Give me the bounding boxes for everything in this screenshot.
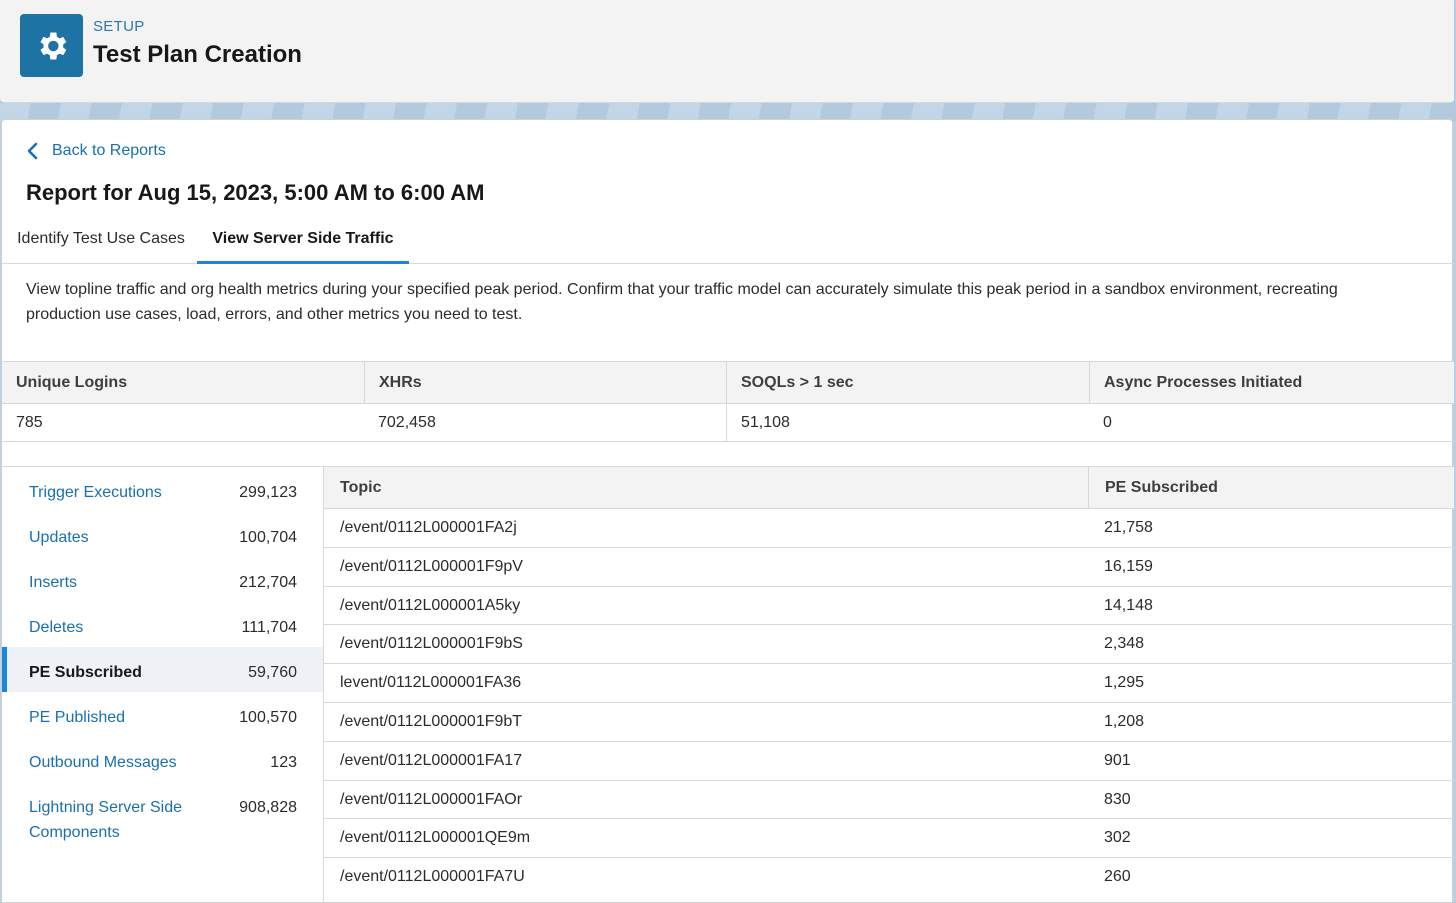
nav-item-label: Lightning Server Side Components xyxy=(29,799,182,841)
topic-cell: /event/0112L000001F9bT xyxy=(340,713,523,730)
pe-subscribed-cell: 830 xyxy=(1104,790,1131,808)
column-header-pe-subscribed: PE Subscribed xyxy=(1088,467,1454,509)
nav-item-value: 212,704 xyxy=(239,574,297,591)
table-row: /event/0112L000001FA2j 21,758 xyxy=(324,509,1454,548)
nav-item-deletes[interactable]: Deletes 111,704 xyxy=(2,602,323,647)
metrics-table: Unique Logins XHRs SOQLs > 1 sec Async P… xyxy=(2,361,1454,442)
report-description: View topline traffic and org health metr… xyxy=(26,281,1338,323)
nav-item-value: 59,760 xyxy=(248,664,297,681)
nav-item-updates[interactable]: Updates 100,704 xyxy=(2,512,323,557)
table-row: /event/0112L000001FA7U 260 xyxy=(324,858,1454,897)
nav-item-label: Outbound Messages xyxy=(29,754,177,771)
nav-item-value: 100,570 xyxy=(239,709,297,726)
traffic-detail-section: Trigger Executions 299,123 Updates 100,7… xyxy=(2,466,1454,903)
table-row: /event/0112L000001FA17 901 xyxy=(324,742,1454,781)
topic-cell: /event/0112L000001FA17 xyxy=(340,751,523,769)
nav-item-label: Trigger Executions xyxy=(29,484,162,501)
nav-item-label: PE Published xyxy=(29,709,126,726)
xhrs-value: 702,458 xyxy=(378,414,436,431)
column-header-unique-logins: Unique Logins xyxy=(16,374,128,391)
column-header-topic: Topic xyxy=(340,479,382,496)
table-row: /event/0112L000001F9pV 16,159 xyxy=(324,548,1454,587)
report-card: Back to Reports Report for Aug 15, 2023,… xyxy=(1,119,1454,903)
column-header-async-processes: Async Processes Initiated xyxy=(1089,362,1454,404)
nav-item-label: Deletes xyxy=(29,619,84,636)
pe-subscribed-cell: 1,208 xyxy=(1104,713,1145,730)
app-header: SETUP Test Plan Creation xyxy=(0,0,1454,103)
table-row: /event/0112L000001F9bT 1,208 xyxy=(324,703,1454,742)
topic-cell: levent/0112L000001FA36 xyxy=(340,674,522,692)
soqls-value: 51,108 xyxy=(726,404,1089,442)
topic-cell: /event/0112L000001F9bS xyxy=(340,635,523,653)
nav-item-inserts[interactable]: Inserts 212,704 xyxy=(2,557,323,602)
table-row: levent/0112L000001FA36 1,295 xyxy=(324,664,1454,703)
topic-cell: /event/0112L000001FA2j xyxy=(340,519,517,536)
column-header-xhrs: XHRs xyxy=(364,362,726,404)
metric-side-nav: Trigger Executions 299,123 Updates 100,7… xyxy=(2,467,324,903)
nav-item-lightning-server-side-components[interactable]: Lightning Server Side Components 908,828 xyxy=(2,782,323,852)
gear-icon xyxy=(39,32,66,59)
topic-table-header: Topic PE Subscribed xyxy=(324,467,1454,509)
nav-item-label: PE Subscribed xyxy=(29,664,142,681)
pe-subscribed-cell: 1,295 xyxy=(1104,674,1145,692)
nav-item-pe-published[interactable]: PE Published 100,570 xyxy=(2,692,323,737)
tab-identify-test-use-cases[interactable]: Identify Test Use Cases xyxy=(16,220,186,264)
nav-item-trigger-executions[interactable]: Trigger Executions 299,123 xyxy=(2,467,323,512)
nav-item-value: 908,828 xyxy=(239,799,297,816)
nav-item-outbound-messages[interactable]: Outbound Messages 123 xyxy=(2,737,323,782)
tab-bar: Identify Test Use Cases View Server Side… xyxy=(2,220,1454,264)
nav-item-value: 123 xyxy=(270,754,297,771)
pe-subscribed-cell: 901 xyxy=(1104,751,1131,769)
table-row: /event/0112L000001F9bS 2,348 xyxy=(324,625,1454,665)
pe-subscribed-cell: 16,159 xyxy=(1104,557,1153,575)
tab-view-server-side-traffic[interactable]: View Server Side Traffic xyxy=(197,220,409,264)
topic-table: Topic PE Subscribed /event/0112L000001FA… xyxy=(324,467,1454,903)
column-header-soqls: SOQLs > 1 sec xyxy=(726,362,1089,404)
nav-item-value: 100,704 xyxy=(239,529,297,546)
pe-subscribed-cell: 302 xyxy=(1104,829,1131,847)
topic-cell: /event/0112L000001QE9m xyxy=(340,829,531,847)
back-to-reports-link[interactable]: Back to Reports xyxy=(26,142,166,160)
nav-item-value: 299,123 xyxy=(239,484,297,501)
setup-app-icon xyxy=(20,14,83,77)
pe-subscribed-cell: 2,348 xyxy=(1104,635,1145,653)
topic-cell: /event/0112L000001FAOr xyxy=(340,790,523,808)
topic-cell: /event/0112L000001FA7U xyxy=(340,868,525,886)
topic-cell: /event/0112L000001A5ky xyxy=(340,596,521,614)
report-title: Report for Aug 15, 2023, 5:00 AM to 6:00… xyxy=(26,180,485,205)
table-row: /event/0112L000001FAOr 830 xyxy=(324,781,1454,820)
async-processes-value: 0 xyxy=(1103,414,1112,431)
nav-item-value: 111,704 xyxy=(241,619,297,636)
back-link-label: Back to Reports xyxy=(52,142,166,159)
chevron-left-icon xyxy=(27,142,38,160)
pe-subscribed-cell: 260 xyxy=(1104,868,1131,886)
pe-subscribed-cell: 14,148 xyxy=(1104,596,1153,614)
topic-cell: /event/0112L000001F9pV xyxy=(340,557,523,575)
unique-logins-value: 785 xyxy=(16,414,43,431)
nav-item-pe-subscribed[interactable]: PE Subscribed 59,760 xyxy=(2,647,323,692)
metrics-header-row: Unique Logins XHRs SOQLs > 1 sec Async P… xyxy=(2,362,1454,404)
metrics-value-row: 785 702,458 51,108 0 xyxy=(2,404,1454,442)
table-row: /event/0112L000001QE9m 302 xyxy=(324,819,1454,859)
header-eyebrow: SETUP xyxy=(93,18,145,35)
page-title: Test Plan Creation xyxy=(93,41,302,68)
pe-subscribed-cell: 21,758 xyxy=(1104,519,1153,536)
nav-item-label: Inserts xyxy=(29,574,78,591)
table-row: /event/0112L000001A5ky 14,148 xyxy=(324,587,1454,626)
nav-item-label: Updates xyxy=(29,529,89,546)
